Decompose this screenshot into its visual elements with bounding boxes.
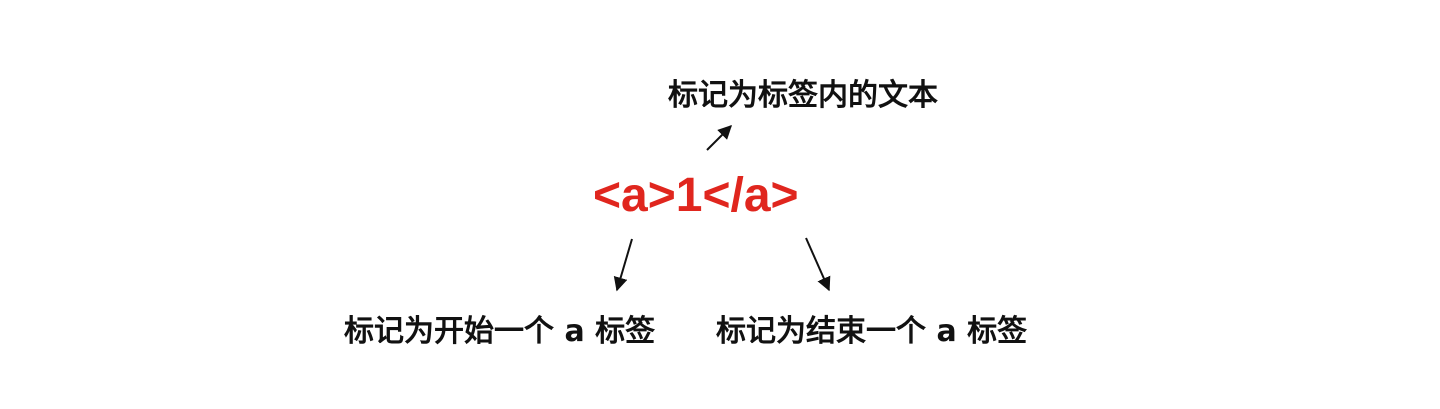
arrow-to-inner-text bbox=[706, 125, 732, 151]
diagram-canvas: 标记为标签内的文本 <a>1</a> 标记为开始一个 a 标签 标记为结束一个 … bbox=[0, 0, 1440, 409]
arrow-to-end-tag bbox=[805, 237, 831, 292]
arrow-to-start-tag bbox=[613, 238, 633, 292]
arrows-layer bbox=[613, 125, 831, 292]
